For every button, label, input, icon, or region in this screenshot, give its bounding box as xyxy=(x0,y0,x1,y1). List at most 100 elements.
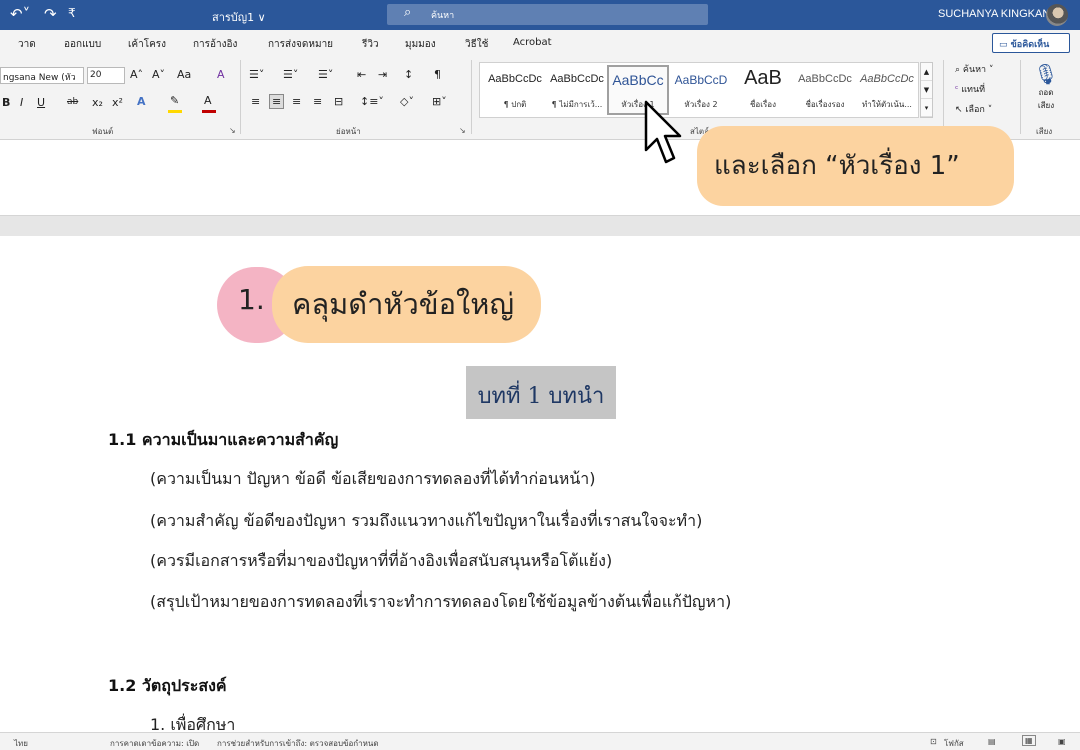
tab-review[interactable]: รีวิว xyxy=(362,37,379,52)
tab-view[interactable]: มุมมอง xyxy=(405,37,436,52)
tab-mailings[interactable]: การส่งจดหมาย xyxy=(268,37,333,52)
highlight-color-bar xyxy=(168,110,182,113)
strikethrough-button[interactable]: ab xyxy=(67,97,78,107)
show-formatting-icon[interactable]: ¶ xyxy=(434,68,441,81)
style-title[interactable]: AaB ชื่อเรื่อง xyxy=(732,65,794,115)
text-effects-button[interactable]: A xyxy=(137,95,146,108)
style-name: ทำให้ตัวเน้น... xyxy=(862,100,912,109)
styles-gallery-scroll[interactable]: ▲ ▼ ▾ xyxy=(920,62,933,118)
replace-button[interactable]: ᶜ แทนที่ xyxy=(955,82,985,96)
style-normal[interactable]: AaBbCcDc ¶ ปกติ xyxy=(484,65,546,115)
comments-label: ข้อคิดเห็น xyxy=(1010,40,1050,50)
font-size-dropdown[interactable]: 20 xyxy=(87,67,125,84)
dictate-button[interactable]: 🎙 ถอด เสียง xyxy=(1030,62,1062,112)
undo-icon[interactable]: ↶˅ xyxy=(10,5,30,23)
justify-icon[interactable]: ≡ xyxy=(313,95,322,108)
comment-icon: ▭ xyxy=(999,40,1008,50)
italic-button[interactable]: I xyxy=(20,96,23,109)
find-button[interactable]: ⌕ ค้นหา ˅ xyxy=(955,62,993,76)
avatar[interactable] xyxy=(1046,4,1068,26)
tab-draw[interactable]: วาด xyxy=(18,37,36,52)
paragraph[interactable]: (ความสำคัญ ข้อดีของปัญหา รวมถึงแนวทางแก้… xyxy=(150,509,702,534)
style-name: ชื่อเรื่องรอง xyxy=(805,100,845,109)
style-subtle-emphasis[interactable]: AaBbCcDc ทำให้ตัวเน้น... xyxy=(856,65,918,115)
superscript-button[interactable]: x² xyxy=(112,96,123,109)
paragraph-dialog-launcher-icon[interactable]: ↘ xyxy=(459,126,466,135)
distributed-icon[interactable]: ⊟ xyxy=(334,95,343,108)
focus-icon[interactable]: ⊡ xyxy=(930,737,937,746)
style-no-spacing[interactable]: AaBbCcDc ¶ ไม่มีการเว้... xyxy=(546,65,608,115)
print-layout-icon[interactable]: ▦ xyxy=(1022,735,1036,746)
style-sample: AaBbCc xyxy=(612,72,664,88)
web-layout-icon[interactable]: ▣ xyxy=(1058,737,1066,746)
borders-icon[interactable]: ⊞˅ xyxy=(432,95,447,108)
ribbon-divider xyxy=(240,60,241,134)
style-sample: AaBbCcDc xyxy=(860,73,914,85)
text-predictions-status[interactable]: การคาดเดาข้อความ: เปิด xyxy=(110,737,199,750)
decrease-indent-icon[interactable]: ⇤ xyxy=(357,68,366,81)
tab-references[interactable]: การอ้างอิง xyxy=(193,37,237,52)
change-case-button[interactable]: Aa xyxy=(177,68,191,81)
subscript-button[interactable]: x₂ xyxy=(92,96,103,109)
chevron-up-icon[interactable]: ▲ xyxy=(921,63,932,81)
shading-icon[interactable]: ◇˅ xyxy=(400,95,414,108)
dictate-label: ถอด xyxy=(1038,88,1054,97)
style-name: ชื่อเรื่อง xyxy=(750,100,776,109)
title-bar: ↶˅ ↷ ₹ สารบัญ1 ∨ ⌕ ค้นหา SUCHANYA KINGKA… xyxy=(0,0,1080,30)
select-icon: ↖ xyxy=(955,105,963,115)
document-title[interactable]: สารบัญ1 ∨ xyxy=(212,8,266,26)
customize-qat-icon[interactable]: ₹ xyxy=(68,6,76,20)
select-button[interactable]: ↖ เลือก ˅ xyxy=(955,102,992,116)
numbering-icon[interactable]: ☰˅ xyxy=(283,68,298,81)
language-status[interactable]: ไทย xyxy=(14,737,28,750)
tab-layout[interactable]: เค้าโครง xyxy=(128,37,166,52)
tab-design[interactable]: ออกแบบ xyxy=(64,37,101,52)
align-right-icon[interactable]: ≡ xyxy=(292,95,301,108)
underline-button[interactable]: U xyxy=(37,96,45,109)
ribbon-tabs: วาด ออกแบบ เค้าโครง การอ้างอิง การส่งจดห… xyxy=(0,30,1080,56)
redo-icon[interactable]: ↷ xyxy=(44,5,57,23)
style-subtitle[interactable]: AaBbCcDc ชื่อเรื่องรอง xyxy=(794,65,856,115)
line-spacing-icon[interactable]: ↕≡˅ xyxy=(360,95,384,108)
chapter-heading[interactable]: บทที่ 1 บทนำ xyxy=(466,378,616,413)
font-color-button[interactable]: A xyxy=(204,94,212,107)
chevron-down-icon[interactable]: ▼ xyxy=(921,81,932,99)
clear-format-button[interactable]: A xyxy=(217,68,225,81)
status-bar: ไทย การคาดเดาข้อความ: เปิด การช่วยสำหรับ… xyxy=(0,732,1080,750)
highlight-icon[interactable]: ✎ xyxy=(170,94,179,107)
select-label: เลือก xyxy=(965,105,985,115)
user-name[interactable]: SUCHANYA KINGKAN xyxy=(938,8,1050,20)
grow-font-button[interactable]: A˄ xyxy=(130,68,143,81)
tab-acrobat[interactable]: Acrobat xyxy=(513,37,552,48)
multilevel-list-icon[interactable]: ☰˅ xyxy=(318,68,333,81)
section-heading[interactable]: 1.2 วัตถุประสงค์ xyxy=(108,674,227,699)
more-styles-icon[interactable]: ▾ xyxy=(921,99,932,117)
font-group-label: ฟอนต์ xyxy=(92,127,114,136)
replace-icon: ᶜ xyxy=(955,85,959,95)
sort-icon[interactable]: ↕ xyxy=(404,68,413,81)
tab-help[interactable]: วิธีใช้ xyxy=(465,37,488,52)
callout-text: และเลือก “หัวเรื่อง 1” xyxy=(714,151,960,181)
comments-button[interactable]: ▭ ข้อคิดเห็น xyxy=(992,33,1070,53)
shrink-font-button[interactable]: A˅ xyxy=(152,68,165,81)
focus-label[interactable]: โฟกัส xyxy=(944,737,964,750)
bullets-icon[interactable]: ☰˅ xyxy=(249,68,264,81)
read-mode-icon[interactable]: ▤ xyxy=(988,737,996,746)
search-box[interactable]: ⌕ ค้นหา xyxy=(387,4,708,25)
step-instruction-text: คลุมดำหัวข้อใหญ่ xyxy=(292,287,515,321)
bold-button[interactable]: B xyxy=(2,96,10,109)
section-heading[interactable]: 1.1 ความเป็นมาและความสำคัญ xyxy=(108,428,338,453)
accessibility-status[interactable]: การช่วยสำหรับการเข้าถึง: ตรวจสอบข้อกำหนด xyxy=(217,737,379,750)
ribbon-divider xyxy=(1020,60,1021,134)
font-name-dropdown[interactable]: ngsana New (หัว xyxy=(0,67,84,84)
style-sample: AaBbCcD xyxy=(674,73,728,87)
style-sample: AaBbCcDc xyxy=(550,73,604,85)
align-left-icon[interactable]: ≡ xyxy=(251,95,260,108)
align-center-icon[interactable]: ≡ xyxy=(269,94,285,109)
paragraph[interactable]: (ควรมีเอกสารหรือที่มาของปัญหาที่ที่อ้างอ… xyxy=(150,549,612,574)
paragraph[interactable]: (ความเป็นมา ปัญหา ข้อดี ข้อเสียของการทดล… xyxy=(150,467,595,492)
microphone-icon: 🎙 xyxy=(1033,62,1059,86)
paragraph[interactable]: (สรุปเป้าหมายของการทดลองที่เราจะทำการทดล… xyxy=(150,590,731,615)
increase-indent-icon[interactable]: ⇥ xyxy=(378,68,387,81)
font-dialog-launcher-icon[interactable]: ↘ xyxy=(229,126,236,135)
